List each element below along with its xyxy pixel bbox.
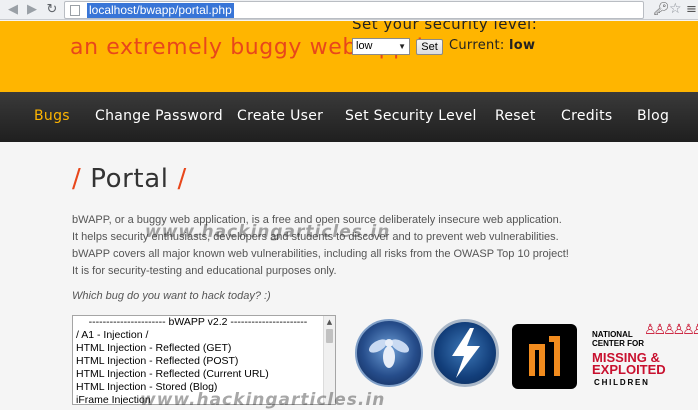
set-button[interactable]: Set (416, 39, 443, 55)
children-icon: ♙♙♙♙♙♙ (644, 322, 698, 338)
ncmec-line4: EXPLOITED (592, 362, 666, 377)
reload-icon[interactable]: ↻ (44, 2, 60, 18)
ncmec-logo[interactable]: ♙♙♙♙♙♙ NATIONAL CENTER FOR MISSING & EXP… (590, 322, 698, 392)
page-icon (70, 5, 80, 16)
menu-item-credits[interactable]: Credits (561, 92, 613, 142)
page-title: / Portal / (72, 164, 187, 194)
ncmec-line1: NATIONAL (592, 330, 633, 339)
page-title-text: Portal (90, 164, 169, 194)
bug-question: Which bug do you want to hack today? :) (72, 290, 271, 302)
current-level: Current: low (449, 38, 535, 53)
security-level-label: Set your security level: (352, 21, 538, 33)
list-item[interactable]: HTML Injection - Reflected (GET) (73, 342, 335, 355)
menu-item-bugs[interactable]: Bugs (34, 92, 70, 142)
current-level-value: low (509, 38, 536, 53)
site-header: an extremely buggy web app ! Set your se… (0, 21, 698, 92)
netsparker-logo[interactable] (512, 324, 577, 389)
list-item[interactable]: HTML Injection - Reflected (Current URL) (73, 368, 335, 381)
menu-item-blog[interactable]: Blog (637, 92, 669, 142)
ncmec-text-national: NATIONAL CENTER FOR (592, 330, 644, 348)
key-icon[interactable]: 🔑︎ (653, 2, 670, 17)
menu-item-set-security-level[interactable]: Set Security Level (345, 92, 477, 142)
browser-toolbar: ◀ ▶ ↻ localhost/bwapp/portal.php 🔑︎ ☆ ≡ (0, 0, 698, 20)
back-icon[interactable]: ◀ (5, 2, 21, 18)
menu-item-create-user[interactable]: Create User (237, 92, 323, 142)
main-content: / Portal / bWAPP, or a buggy web applica… (0, 142, 698, 410)
ncmec-text-children: CHILDREN (594, 378, 650, 387)
menu-item-change-password[interactable]: Change Password (95, 92, 223, 142)
chevron-down-icon: ▼ (398, 42, 406, 51)
list-item[interactable]: ---------------------- bWAPP v2.2 ------… (73, 316, 335, 329)
menu-item-reset[interactable]: Reset (495, 92, 536, 142)
address-bar[interactable]: localhost/bwapp/portal.php (64, 1, 644, 19)
wasp-icon (368, 339, 410, 368)
scroll-up-icon[interactable]: ▲ (324, 316, 335, 328)
security-level-value: low (356, 40, 373, 52)
url-text[interactable]: localhost/bwapp/portal.php (87, 3, 234, 18)
ncmec-line2: CENTER FOR (592, 339, 644, 348)
current-level-label: Current: (449, 38, 505, 53)
intro-line: bWAPP covers all major known web vulnera… (72, 248, 569, 260)
intro-line: It is for security-testing and education… (72, 265, 337, 277)
owasp-logo[interactable] (355, 319, 423, 387)
watermark: www.hackingarticles.in (140, 390, 386, 410)
bracket-icon (529, 336, 560, 376)
scroll-thumb[interactable] (326, 329, 333, 343)
security-level-select[interactable]: low ▼ (352, 38, 410, 55)
menu-icon[interactable]: ≡ (686, 2, 697, 17)
forward-icon[interactable]: ▶ (24, 2, 40, 18)
zap-logo[interactable] (431, 319, 499, 387)
watermark: www.hackingarticles.in (145, 222, 391, 242)
star-icon[interactable]: ☆ (669, 1, 682, 17)
lightning-icon (452, 328, 480, 378)
ncmec-text-missing: MISSING & EXPLOITED (592, 351, 666, 377)
main-menu: Bugs Change Password Create User Set Sec… (0, 92, 698, 142)
list-item[interactable]: HTML Injection - Reflected (POST) (73, 355, 335, 368)
list-item[interactable]: / A1 - Injection / (73, 329, 335, 342)
